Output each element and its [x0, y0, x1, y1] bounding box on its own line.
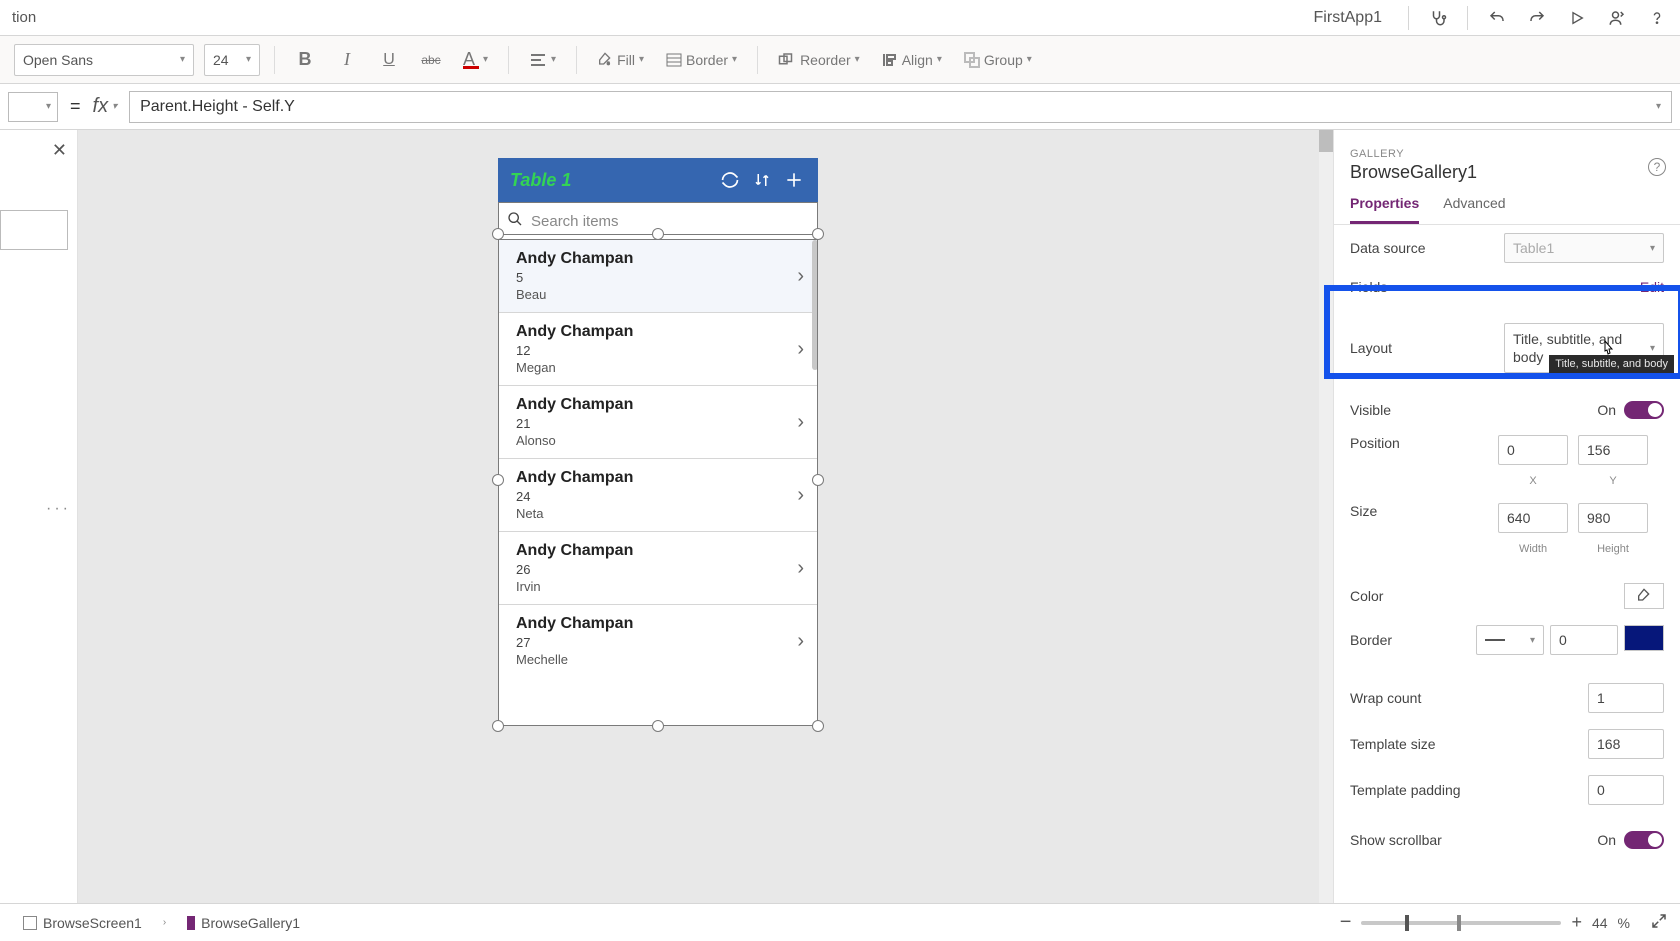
wrap-count-row: Wrap count 1: [1334, 675, 1680, 721]
tree-overflow-icon[interactable]: ···: [46, 500, 71, 518]
cursor-pointer-icon: [1600, 339, 1616, 357]
zoom-slider[interactable]: [1361, 921, 1561, 925]
zoom-value: 44: [1592, 915, 1608, 931]
control-type-label: GALLERY: [1334, 148, 1680, 160]
zoom-out-button[interactable]: −: [1340, 911, 1352, 934]
height-input[interactable]: 980: [1578, 503, 1648, 533]
underline-button[interactable]: U: [373, 44, 405, 76]
breadcrumb-control[interactable]: BrowseGallery1: [176, 910, 311, 936]
properties-tabs: Properties Advanced: [1334, 195, 1680, 225]
datasource-select[interactable]: Table1▾: [1504, 233, 1664, 263]
color-row: Color: [1334, 575, 1680, 617]
fill-button[interactable]: Fill▾: [591, 44, 650, 76]
color-swatch[interactable]: [1624, 583, 1664, 609]
font-color-button[interactable]: A▾: [457, 44, 494, 76]
resize-handle[interactable]: [812, 720, 824, 732]
formula-input[interactable]: Parent.Height - Self.Y▾: [129, 91, 1672, 123]
template-padding-row: Template padding 0: [1334, 767, 1680, 813]
strikethrough-button[interactable]: abc: [415, 44, 447, 76]
redo-icon[interactable]: [1526, 7, 1548, 29]
close-icon[interactable]: ✕: [52, 140, 67, 161]
group-button[interactable]: Group▾: [958, 44, 1038, 76]
canvas-scrollbar[interactable]: [1319, 130, 1333, 903]
italic-button[interactable]: I: [331, 44, 363, 76]
template-padding-input[interactable]: 0: [1588, 775, 1664, 805]
equals-sign: =: [70, 96, 81, 117]
size-row: Size 640 980 Width Height: [1334, 495, 1680, 563]
resize-handle[interactable]: [652, 228, 664, 240]
add-icon[interactable]: [782, 168, 806, 192]
tree-view-panel: ✕ ···: [0, 130, 78, 903]
app-name: FirstApp1: [1314, 9, 1382, 27]
tree-search-slot[interactable]: [0, 210, 68, 250]
resize-handle[interactable]: [492, 228, 504, 240]
fields-row: Fields Edit: [1334, 271, 1680, 303]
titlebar-left-text: tion: [12, 9, 36, 26]
template-size-input[interactable]: 168: [1588, 729, 1664, 759]
wrap-count-input[interactable]: 1: [1588, 683, 1664, 713]
show-scrollbar-row: Show scrollbar On: [1334, 823, 1680, 857]
property-select[interactable]: ▾: [8, 92, 58, 122]
titlebar: tion FirstApp1: [0, 0, 1680, 36]
help-icon[interactable]: [1646, 7, 1668, 29]
breadcrumb-screen[interactable]: BrowseScreen1: [12, 910, 153, 936]
scrollbar-toggle[interactable]: [1624, 831, 1664, 849]
formula-bar: ▾ = fx▾ Parent.Height - Self.Y▾: [0, 84, 1680, 130]
resize-handle[interactable]: [492, 474, 504, 486]
refresh-icon[interactable]: [718, 168, 742, 192]
control-name: BrowseGallery1: [1334, 160, 1680, 195]
canvas[interactable]: Table 1 Andy Champan5Beau› Andy Champan1…: [78, 130, 1333, 903]
search-icon: [507, 211, 523, 232]
phone-title: Table 1: [510, 170, 710, 191]
ribbon: Open Sans▾ 24▾ B I U abc A▾ ▾ Fill▾ Bord…: [0, 36, 1680, 84]
help-icon[interactable]: ?: [1648, 158, 1666, 176]
selection-outline: [498, 234, 818, 726]
position-row: Position 0 156 X Y: [1334, 427, 1680, 495]
position-y-input[interactable]: 156: [1578, 435, 1648, 465]
border-width-input[interactable]: 0: [1550, 625, 1618, 655]
resize-handle[interactable]: [812, 228, 824, 240]
zoom-suffix: %: [1618, 915, 1630, 931]
tab-properties[interactable]: Properties: [1350, 195, 1419, 224]
text-align-button[interactable]: ▾: [523, 44, 562, 76]
phone-appbar: Table 1: [498, 158, 818, 202]
sort-icon[interactable]: [750, 168, 774, 192]
border-button[interactable]: Border▾: [660, 44, 743, 76]
user-icon[interactable]: [1606, 7, 1628, 29]
position-x-input[interactable]: 0: [1498, 435, 1568, 465]
align-button[interactable]: Align▾: [876, 44, 948, 76]
stethoscope-icon[interactable]: [1427, 7, 1449, 29]
datasource-row: Data source Table1▾: [1334, 225, 1680, 271]
undo-icon[interactable]: [1486, 7, 1508, 29]
bold-button[interactable]: B: [289, 44, 321, 76]
resize-handle[interactable]: [812, 474, 824, 486]
tab-advanced[interactable]: Advanced: [1443, 195, 1505, 224]
reorder-button[interactable]: Reorder▾: [772, 44, 866, 76]
font-family-select[interactable]: Open Sans▾: [14, 44, 194, 76]
border-row: Border ▾ 0: [1334, 617, 1680, 663]
width-input[interactable]: 640: [1498, 503, 1568, 533]
border-style-select[interactable]: ▾: [1476, 625, 1544, 655]
properties-panel: GALLERY BrowseGallery1 ? Properties Adva…: [1333, 130, 1680, 903]
template-size-row: Template size 168: [1334, 721, 1680, 767]
fullscreen-icon[interactable]: [1650, 912, 1668, 933]
resize-handle[interactable]: [492, 720, 504, 732]
border-color-swatch[interactable]: [1624, 625, 1664, 651]
fx-button[interactable]: fx▾: [93, 95, 118, 118]
layout-row: Layout Title, subtitle, and body▾: [1334, 303, 1680, 393]
zoom-in-button[interactable]: +: [1571, 912, 1582, 933]
visible-toggle[interactable]: [1624, 401, 1664, 419]
font-size-select[interactable]: 24▾: [204, 44, 260, 76]
search-input[interactable]: [531, 213, 809, 230]
resize-handle[interactable]: [652, 720, 664, 732]
status-bar: BrowseScreen1 › BrowseGallery1 − + 44 %: [0, 903, 1680, 941]
play-icon[interactable]: [1566, 7, 1588, 29]
visible-row: Visible On: [1334, 393, 1680, 427]
fields-edit-link[interactable]: Edit: [1640, 279, 1664, 295]
